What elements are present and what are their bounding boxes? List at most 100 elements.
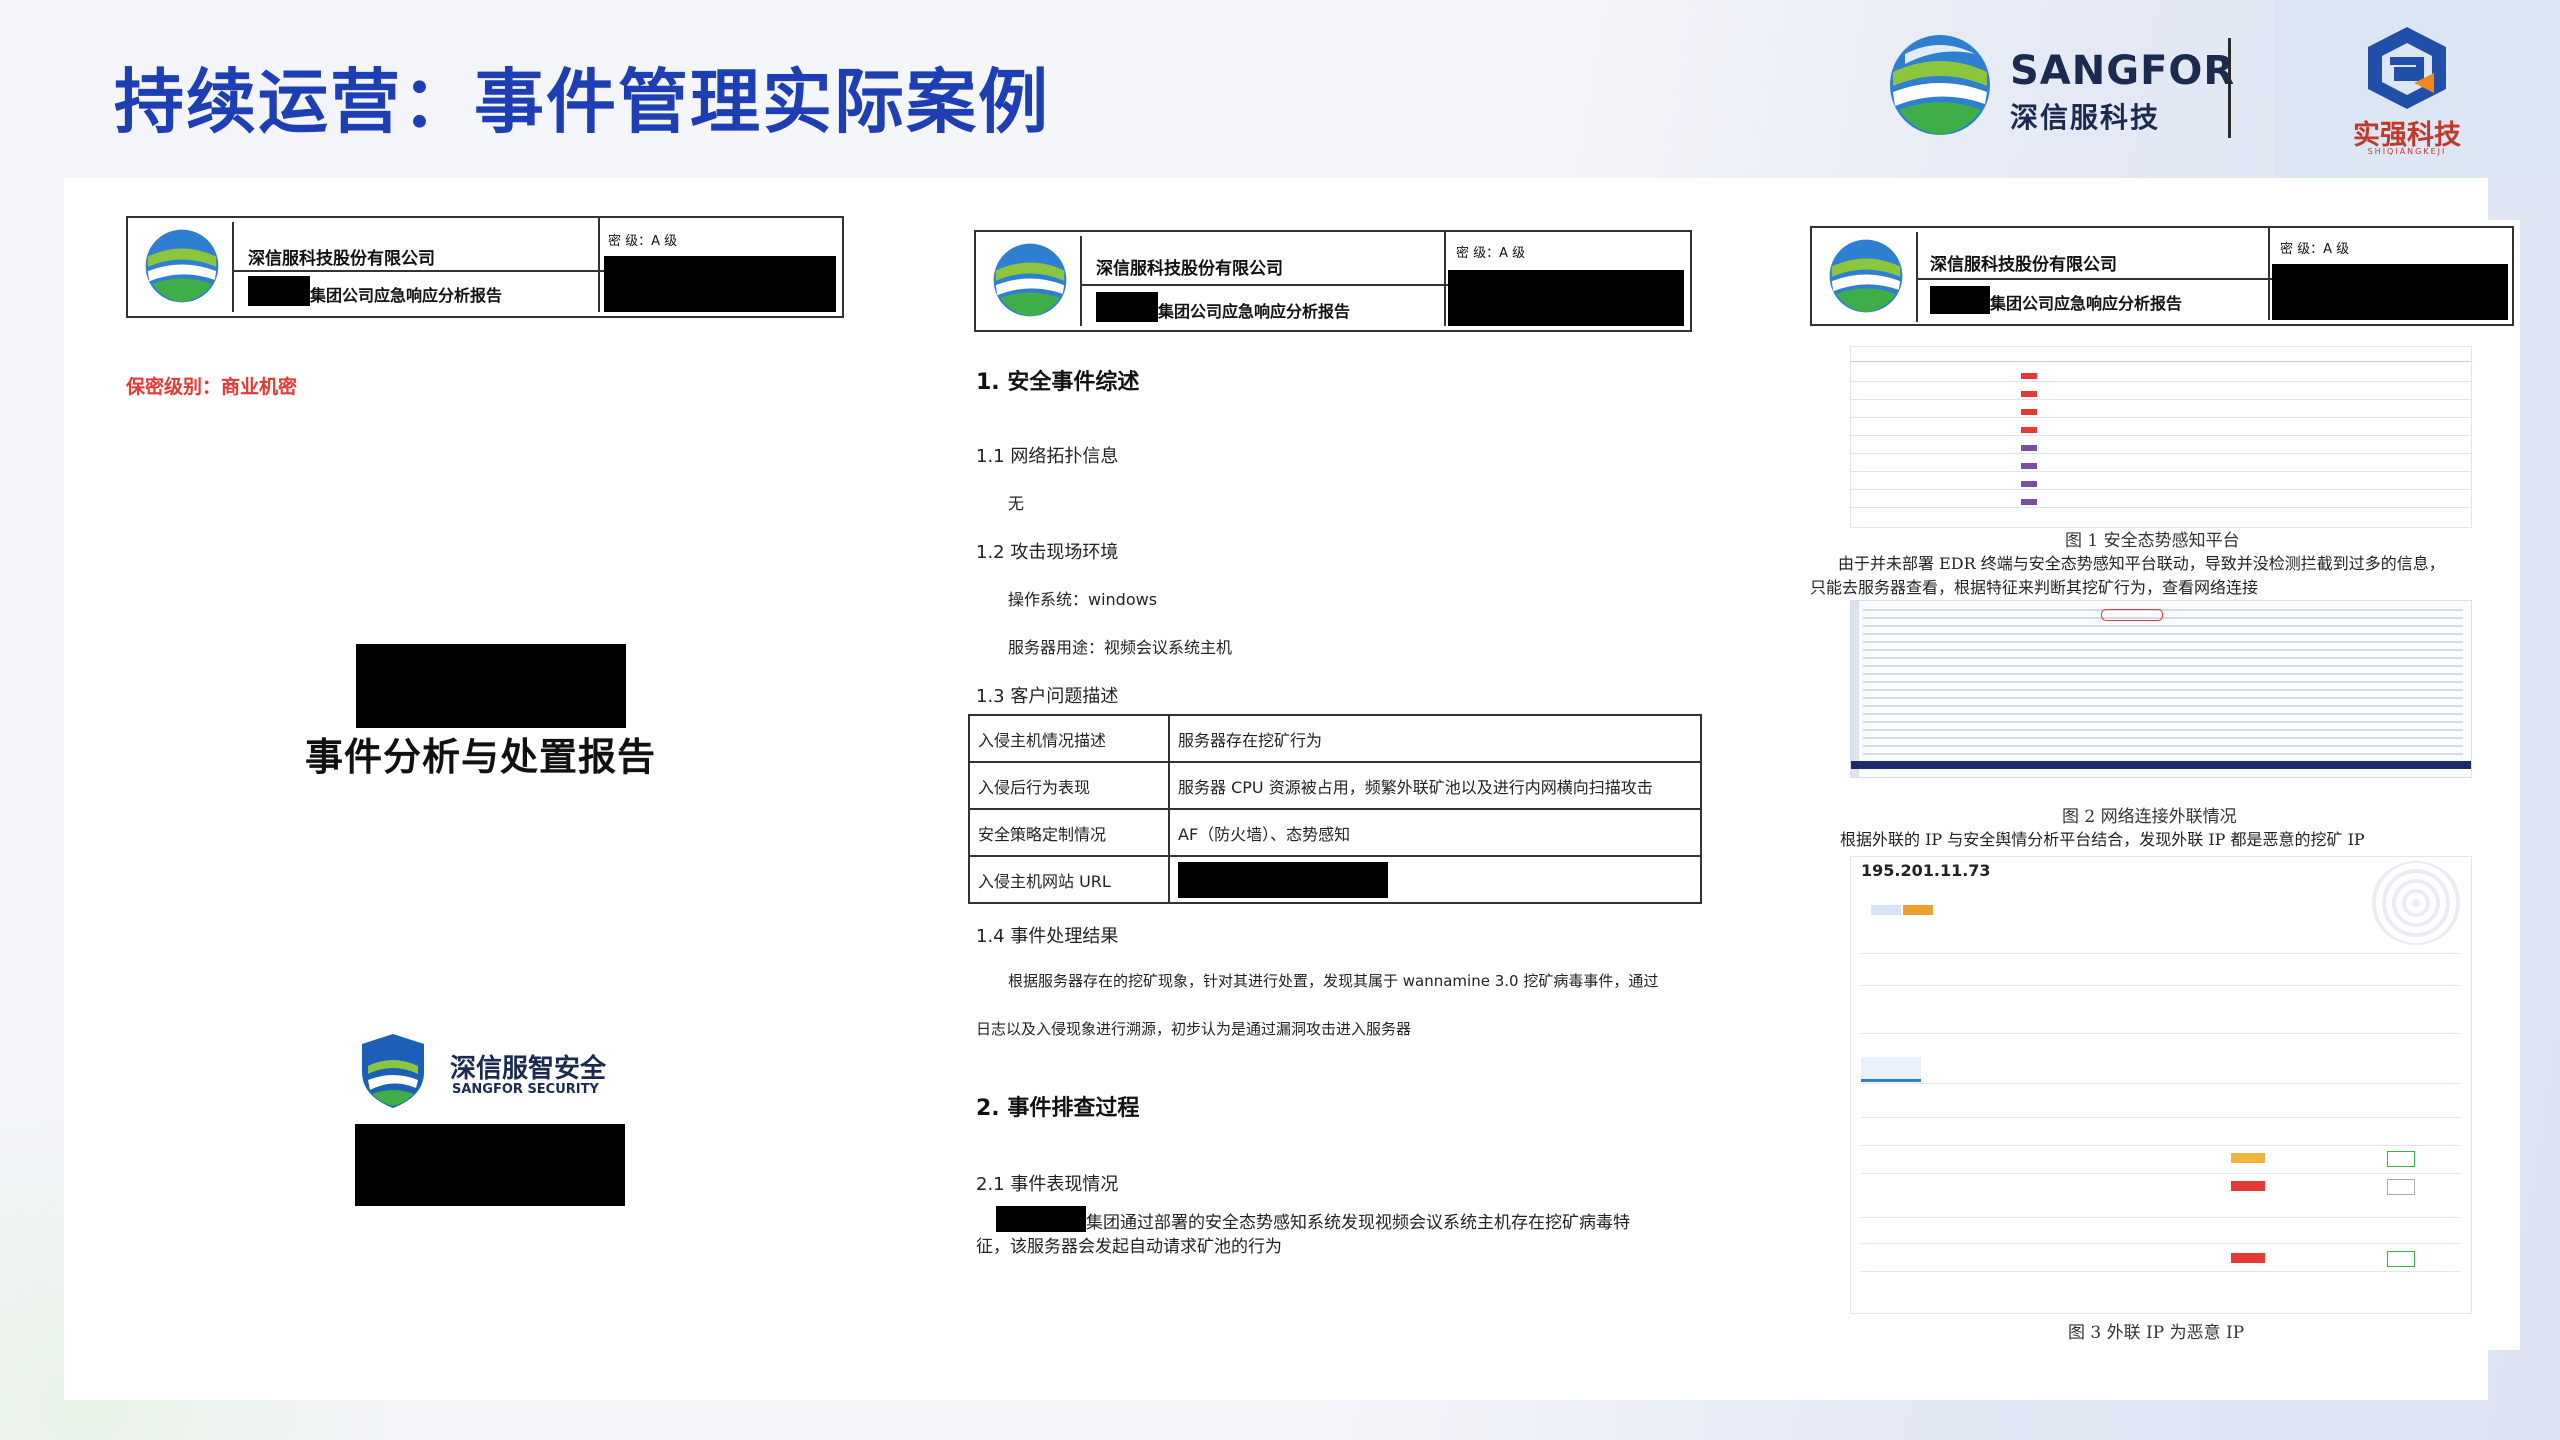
confidential-label: 保密级别：商业机密 xyxy=(126,376,298,398)
body-text: 集团通过部署的安全态势感知系统发现视频会议系统主机存在挖矿病毒特 xyxy=(1086,1213,1630,1233)
redaction-block xyxy=(248,276,310,306)
sangfor-globe-icon xyxy=(145,229,219,303)
risk-tag xyxy=(2021,445,2037,451)
brand-name-en: SANGFOR xyxy=(2010,48,2236,94)
world-map-graphic xyxy=(2371,861,2461,945)
doc-company: 深信服科技股份有限公司 xyxy=(1930,255,2117,275)
doc-cover: 深信服科技股份有限公司 集团公司应急响应分析报告 密 级：A 级 保密级别：商业… xyxy=(120,210,860,1210)
scroll-gutter xyxy=(1851,601,1859,777)
table-key: 安全策略定制情况 xyxy=(968,808,1170,857)
redaction-block xyxy=(1930,286,1990,314)
header-divider xyxy=(1444,232,1446,326)
subsection-heading: 2.1 事件表现情况 xyxy=(976,1174,1119,1195)
table-row xyxy=(1851,381,2471,382)
table-row xyxy=(1851,417,2471,418)
section-heading: 1. 安全事件综述 xyxy=(976,370,1140,395)
divider xyxy=(1861,1033,2461,1034)
sangfor-logo: SANGFOR 深信服科技 xyxy=(1885,30,2245,150)
security-name-cn: 深信服智安全 xyxy=(450,1054,607,1084)
doc-header: 深信服科技股份有限公司 集团公司应急响应分析报告 密 级：A 级 xyxy=(974,230,1692,332)
doc-logo xyxy=(980,236,1082,326)
body-text: 由于并未部署 EDR 终端与安全态势感知平台联动，导致并没检测拦截到过多的信息， xyxy=(1838,554,2445,573)
divider xyxy=(1861,985,2461,986)
status-badge xyxy=(2231,1253,2265,1263)
redaction-block xyxy=(356,644,626,728)
table-key: 入侵主机网站 URL xyxy=(968,855,1170,904)
table-row: 入侵主机情况描述 服务器存在挖矿行为 xyxy=(968,714,1702,763)
risk-tag xyxy=(2021,391,2037,397)
redaction-block xyxy=(1178,861,1388,898)
table-row xyxy=(1861,1117,2461,1118)
body-text: 只能去服务器查看，根据特征来判断其挖矿行为，查看网络连接 xyxy=(1810,578,2259,597)
divider xyxy=(1861,1217,2461,1218)
status-badge xyxy=(2231,1181,2265,1191)
redaction-block xyxy=(604,256,836,312)
table-row: 入侵后行为表现 服务器 CPU 资源被占用，频繁外联矿池以及进行内网横向扫描攻击 xyxy=(968,761,1702,810)
header-divider xyxy=(2268,228,2270,320)
body-text: 日志以及入侵现象进行溯源，初步认为是通过漏洞攻击进入服务器 xyxy=(976,1020,1412,1038)
table-row xyxy=(1861,1243,2461,1244)
redaction-block xyxy=(1096,292,1158,322)
situation-platform-screenshot xyxy=(1850,346,2472,528)
tag-badge xyxy=(1903,905,1933,915)
body-text: 操作系统：windows xyxy=(1008,590,1158,609)
figure-caption: 图 3 外联 IP 为恶意 IP xyxy=(2068,1323,2245,1343)
table-key: 入侵主机情况描述 xyxy=(968,714,1170,763)
section-heading: 2. 事件排查过程 xyxy=(976,1096,1140,1121)
netstat-screenshot xyxy=(1850,600,2472,778)
doc-logo xyxy=(1816,232,1918,322)
status-badge xyxy=(2387,1151,2415,1167)
doc-logo xyxy=(132,222,234,312)
table-value: AF（防火墙）、态势感知 xyxy=(1168,808,1702,857)
report-title: 事件分析与处置报告 xyxy=(305,735,657,779)
table-row xyxy=(1851,507,2471,508)
table-row xyxy=(1851,489,2471,490)
redaction-block xyxy=(355,1124,625,1206)
status-badge xyxy=(2387,1179,2415,1195)
table-row xyxy=(1851,435,2471,436)
brand-name-cn: 深信服科技 xyxy=(2010,101,2161,134)
doc-report-name: 集团公司应急响应分析报告 xyxy=(310,286,503,305)
doc-company: 深信服科技股份有限公司 xyxy=(248,249,435,269)
subsection-heading: 1.2 攻击现场环境 xyxy=(976,542,1119,563)
logo-divider xyxy=(2228,38,2231,138)
table-row: 入侵主机网站 URL xyxy=(968,855,1702,904)
body-text: 根据服务器存在的挖矿现象，针对其进行处置，发现其属于 wannamine 3.0… xyxy=(1008,972,1659,990)
table-value: 服务器 CPU 资源被占用，频繁外联矿池以及进行内网横向扫描攻击 xyxy=(1168,761,1702,810)
body-text: 服务器用途：视频会议系统主机 xyxy=(1008,638,1233,657)
risk-tag xyxy=(2021,499,2037,505)
divider xyxy=(1861,953,2461,954)
table-row xyxy=(1861,1145,2461,1146)
body-text: 根据外联的 IP 与安全舆情分析平台结合，发现外联 IP 都是恶意的挖矿 IP xyxy=(1840,830,2365,849)
connection-lines xyxy=(1863,609,2463,759)
doc-secret-level: 密 级：A 级 xyxy=(2280,242,2350,257)
figure-caption: 图 1 安全态势感知平台 xyxy=(2065,531,2240,551)
risk-tag xyxy=(2021,481,2037,487)
table-row xyxy=(1851,399,2471,400)
redaction-block xyxy=(2272,264,2508,320)
sangfor-globe-icon xyxy=(1890,35,1990,135)
partner-logo: 实强科技 SHIQIANGKEJI xyxy=(2322,25,2492,156)
table-row xyxy=(1861,1271,2461,1272)
risk-tag xyxy=(2021,373,2037,379)
security-name-en: SANGFOR SECURITY xyxy=(452,1082,599,1097)
table-value xyxy=(1168,855,1702,904)
divider xyxy=(1861,1083,2461,1084)
risk-tag xyxy=(2021,427,2037,433)
doc-header: 深信服科技股份有限公司 集团公司应急响应分析报告 密 级：A 级 xyxy=(126,216,844,318)
shield-icon xyxy=(362,1034,424,1108)
redaction-block xyxy=(996,1206,1086,1232)
figure-caption: 图 2 网络连接外联情况 xyxy=(2062,807,2237,827)
risk-tag xyxy=(2021,463,2037,469)
header-divider xyxy=(598,218,600,312)
doc-secret-level: 密 级：A 级 xyxy=(1456,246,1526,261)
doc-header: 深信服科技股份有限公司 集团公司应急响应分析报告 密 级：A 级 xyxy=(1810,226,2514,326)
highlight-mark xyxy=(2101,609,2163,621)
partner-hex-icon xyxy=(2368,27,2446,109)
status-badge xyxy=(2231,1153,2265,1163)
sangfor-globe-icon xyxy=(993,243,1067,317)
status-badge xyxy=(2387,1251,2415,1267)
body-text: 无 xyxy=(1008,494,1025,513)
doc-summary: 深信服科技股份有限公司 集团公司应急响应分析报告 密 级：A 级 1. 安全事件… xyxy=(960,222,1720,1282)
table-header-line xyxy=(1851,361,2471,362)
